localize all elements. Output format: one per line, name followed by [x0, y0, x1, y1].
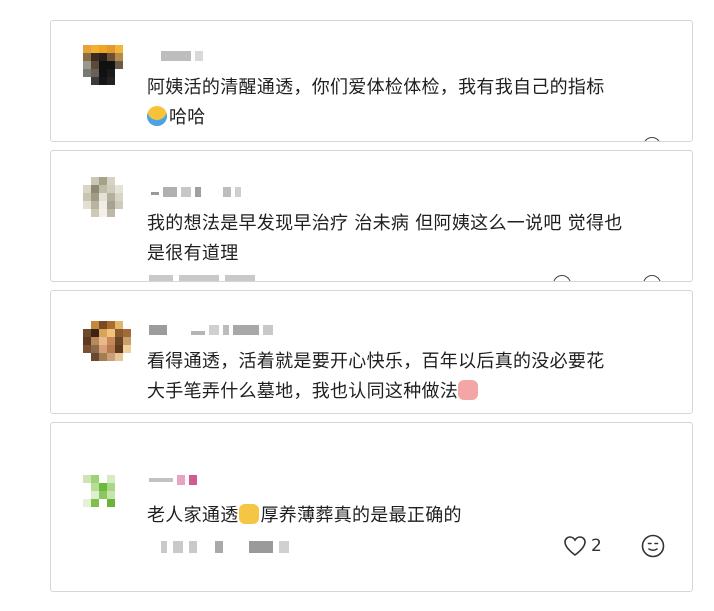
thumbs-up-emoji-icon	[238, 504, 259, 524]
smiley-face-icon[interactable]	[641, 534, 665, 558]
avatar[interactable]	[83, 321, 131, 369]
comment-card: 老人家通透 厚养薄葬真的是最正确的 2	[50, 422, 693, 592]
username-blurred[interactable]	[151, 187, 245, 197]
heart-outline-icon	[564, 536, 586, 557]
like-button[interactable]: 2	[563, 535, 602, 557]
timestamp-blurred	[149, 275, 261, 281]
thumbs-up-emoji-icon	[458, 380, 479, 400]
comment-card: 我的想法是早发现早治疗 治未病 但阿姨这么一说吧 觉得也 是很有道理	[50, 150, 693, 282]
laughing-tears-emoji-icon	[147, 106, 167, 126]
avatar[interactable]	[83, 475, 131, 523]
username-blurred[interactable]	[149, 475, 201, 485]
comment-text: 阿姨活的清醒通透，你们爱体检体检，我有我自己的指标 哈哈	[147, 77, 605, 128]
avatar[interactable]	[83, 45, 131, 93]
reply-icon[interactable]	[643, 137, 661, 141]
avatar[interactable]	[83, 177, 131, 225]
username-blurred[interactable]	[161, 51, 207, 61]
comment-card: 看得通透，活着就是要开心快乐，百年以后真的没必要花 大手笔弄什么墓地，我也认同这…	[50, 290, 693, 414]
comment-card: 阿姨活的清醒通透，你们爱体检体检，我有我自己的指标 哈哈	[50, 20, 693, 142]
comment-text: 我的想法是早发现早治疗 治未病 但阿姨这么一说吧 觉得也 是很有道理	[147, 213, 623, 264]
like-count: 2	[591, 536, 602, 556]
username-blurred[interactable]	[149, 325, 277, 335]
reply-icon[interactable]	[643, 275, 661, 281]
timestamp-blurred	[161, 541, 295, 553]
heart-outline-icon[interactable]	[553, 275, 571, 281]
comment-text: 看得通透，活着就是要开心快乐，百年以后真的没必要花 大手笔弄什么墓地，我也认同这…	[147, 351, 605, 402]
comment-text: 老人家通透 厚养薄葬真的是最正确的	[147, 504, 462, 526]
